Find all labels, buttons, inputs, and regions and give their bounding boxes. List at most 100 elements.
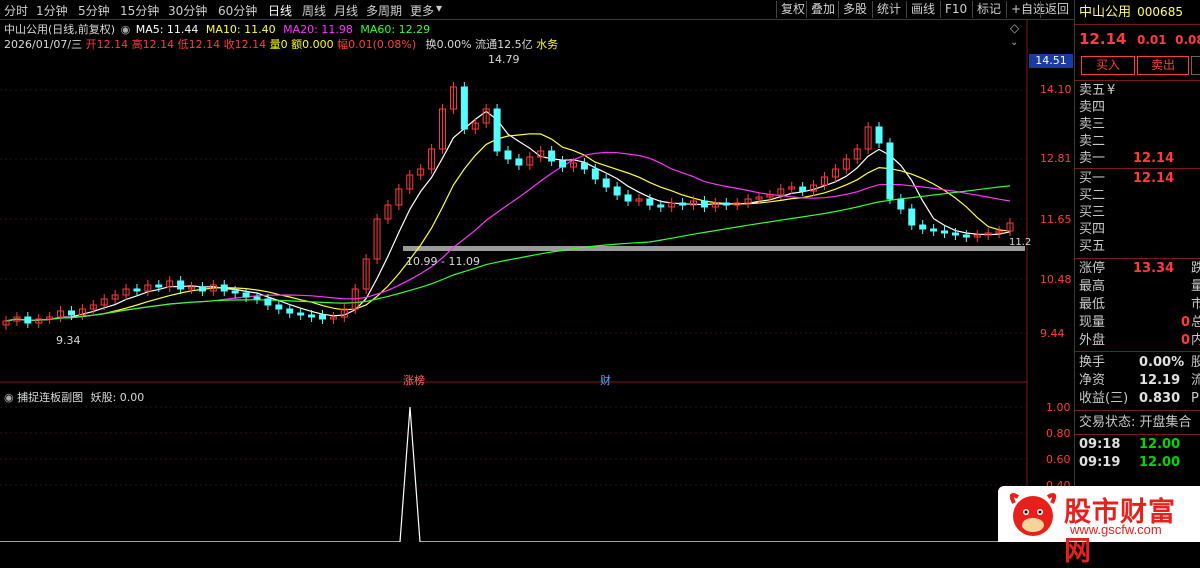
bid-row-1: 买一 12.14	[1079, 170, 1200, 188]
stat-label: 外盘	[1079, 333, 1106, 348]
ask-currency-icon: ¥	[1107, 83, 1116, 98]
ask-label: 卖三	[1079, 117, 1106, 132]
settings-diamond-icon[interactable]: ◇	[1010, 21, 1019, 35]
ohlc-info-line: 2026/01/07/三 开12.14 高12.14 低12.14 收12.14…	[4, 36, 558, 52]
candle-body	[799, 186, 807, 192]
draw-button[interactable]: 画线	[906, 1, 939, 18]
quote-panel: 中山公用 000685 12.14 0.01 0.08% 买入 卖出 卖五¥ 卖…	[1074, 0, 1200, 542]
bid-row-2: 买二	[1079, 187, 1200, 205]
candle-body	[548, 150, 556, 162]
stat-row: 外盘 0 内	[1079, 332, 1200, 350]
low-value: 低12.14	[177, 38, 221, 51]
candle-body	[515, 158, 523, 166]
period-weekly[interactable]: 周线	[302, 2, 326, 19]
price-tick: 12.81	[1040, 152, 1072, 165]
subchart-line	[0, 406, 1027, 542]
subchart-collapse-icon[interactable]: ◉	[4, 391, 14, 404]
price-change: 0.01	[1136, 33, 1167, 47]
price-tick: 10.48	[1040, 273, 1072, 286]
period-15min[interactable]: 15分钟	[120, 2, 159, 19]
sell-button[interactable]: 卖出	[1137, 56, 1189, 75]
tick-row: 09:19 12.00	[1079, 454, 1200, 472]
period-more[interactable]: 更多	[410, 2, 434, 19]
candle-body	[67, 310, 75, 316]
turnover-value: 换0.00%	[425, 38, 472, 51]
candle-body	[460, 86, 468, 130]
stats-button[interactable]: 统计	[872, 1, 905, 18]
collapse-icon[interactable]: ◉	[121, 23, 131, 36]
ma20-label: MA20: 11.98	[283, 23, 353, 36]
candle-body	[941, 230, 949, 234]
float-value: 流通12.5亿	[475, 38, 533, 51]
bid-row-5: 买五	[1079, 238, 1200, 256]
divider	[1075, 24, 1200, 25]
candle-body	[286, 308, 294, 314]
ma10-label: MA10: 11.40	[205, 23, 276, 36]
tick-price: 12.00	[1139, 455, 1181, 470]
divider	[1075, 434, 1200, 435]
stat-extra: 量	[1191, 279, 1200, 294]
event-marker-limit-list[interactable]: 涨榜	[403, 372, 425, 388]
candle-body	[198, 286, 206, 292]
period-toolbar: 分时 1分钟 5分钟 15分钟 30分钟 60分钟 日线 周线 月线 多周期 更…	[0, 0, 1074, 20]
period-multi[interactable]: 多周期	[366, 2, 402, 19]
mark-button[interactable]: 标记	[972, 1, 1005, 18]
subchart-value: 妖股: 0.00	[90, 391, 145, 404]
candle-body	[580, 162, 588, 170]
stat-value: 0.830	[1139, 391, 1181, 406]
watermark-url: www.gscfw.com	[1070, 522, 1162, 537]
f10-button[interactable]: F10	[940, 1, 971, 18]
more-trade-icon[interactable]	[1191, 56, 1200, 75]
candle-body	[919, 224, 927, 230]
last-price: 12.14	[1079, 30, 1127, 48]
expand-icon[interactable]: ⌄	[1010, 37, 1018, 48]
candle-body	[897, 198, 905, 210]
gap-support-band	[403, 246, 1025, 251]
stat-label: 净资	[1079, 373, 1106, 388]
period-monthly[interactable]: 月线	[334, 2, 358, 19]
event-marker-finance[interactable]: 财	[600, 372, 611, 388]
period-daily[interactable]: 日线	[268, 2, 292, 19]
stat-extra: 内	[1191, 333, 1200, 348]
watermark: 股市财富网 www.gscfw.com	[998, 486, 1200, 567]
period-intraday[interactable]: 分时	[4, 2, 28, 19]
kline-chart-area[interactable]: 中山公用(日线,前复权) ◉ MA5: 11.44 MA10: 11.40 MA…	[0, 19, 1074, 542]
bid-label: 买一	[1079, 171, 1106, 186]
current-price-axis-label: 14.51	[1029, 54, 1073, 68]
candle-body	[275, 304, 283, 310]
sector-tag[interactable]: 水务	[536, 38, 558, 51]
candle-body	[318, 314, 326, 320]
candle-body	[951, 232, 959, 236]
bid-label: 买三	[1079, 205, 1106, 220]
candle-body	[657, 204, 665, 208]
stat-value: 13.34	[1133, 261, 1175, 276]
overlay-button[interactable]: 叠加	[806, 1, 839, 18]
stat-row: 现量 0 总	[1079, 314, 1200, 332]
period-1min[interactable]: 1分钟	[36, 2, 68, 19]
period-5min[interactable]: 5分钟	[78, 2, 110, 19]
multi-stock-button[interactable]: 多股	[838, 1, 871, 18]
stat-row: 最高 量	[1079, 278, 1200, 296]
gap-range-label: 10.99 - 11.09	[406, 255, 480, 268]
price-tick: 11.65	[1040, 213, 1072, 226]
candle-body	[875, 126, 883, 144]
period-60min[interactable]: 60分钟	[218, 2, 257, 19]
amount-value: 额0.000	[291, 38, 334, 51]
high-marker-label: 14.79	[488, 53, 520, 66]
kline-chart[interactable]	[0, 19, 1074, 542]
adjust-button[interactable]: 复权	[776, 1, 809, 18]
change-value: 幅0.01(0.08%)	[337, 38, 417, 51]
bid-row-3: 买三	[1079, 204, 1200, 222]
candle-body	[624, 194, 632, 202]
stock-name: 中山公用	[1079, 5, 1132, 20]
chevron-down-icon[interactable]: ▾	[436, 1, 442, 15]
buy-button[interactable]: 买入	[1081, 56, 1135, 75]
back-button[interactable]: 返回	[1040, 1, 1073, 18]
subchart-tick: 0.60	[1046, 453, 1071, 466]
stat-label: 最高	[1079, 279, 1106, 294]
period-30min[interactable]: 30分钟	[168, 2, 207, 19]
chart-title: 中山公用(日线,前复权)	[4, 23, 116, 36]
subchart-tick: 0.80	[1046, 427, 1071, 440]
candle-body	[602, 178, 610, 188]
candle-body	[242, 292, 250, 298]
